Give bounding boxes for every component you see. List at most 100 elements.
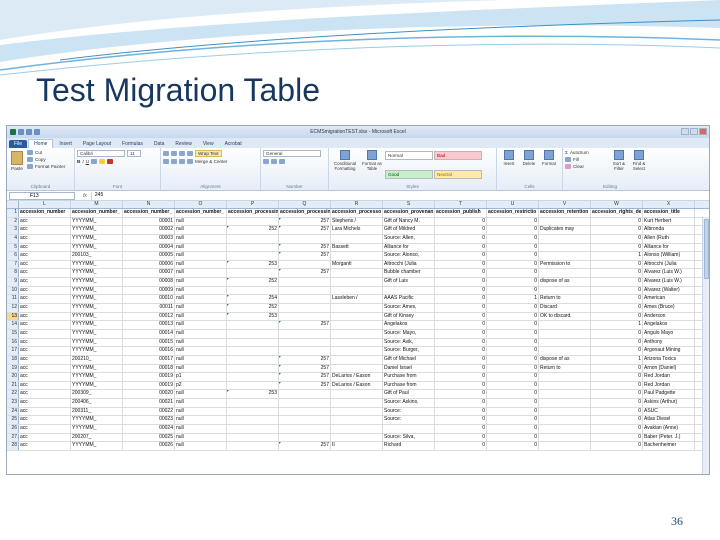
cell[interactable]: YYYYMM_ [71, 226, 123, 234]
cell[interactable]: p2 [175, 381, 227, 390]
borders-icon[interactable] [90, 159, 97, 164]
cell[interactable] [279, 347, 331, 355]
cell[interactable]: 0 [487, 243, 539, 252]
cell[interactable]: 0 [435, 416, 487, 425]
cell[interactable]: 0 [435, 312, 487, 321]
cell[interactable]: null [175, 338, 227, 347]
cell[interactable]: acc [19, 243, 71, 252]
cell[interactable]: YYYYMM_ [71, 347, 123, 355]
cell[interactable]: null [175, 304, 227, 312]
cell[interactable] [539, 338, 591, 347]
cell[interactable] [279, 433, 331, 442]
cell[interactable]: Anthony [643, 338, 695, 347]
cell[interactable]: 0 [591, 338, 643, 347]
cell[interactable]: 00001 [123, 217, 175, 226]
cell[interactable]: 252 [227, 278, 279, 286]
cell[interactable]: accession_processin [227, 209, 279, 217]
cell[interactable]: acc [19, 321, 71, 329]
cell[interactable]: 0 [487, 364, 539, 373]
cell[interactable]: Discard [539, 304, 591, 312]
cell[interactable]: Baber (Peter. J.) [643, 433, 695, 442]
cell[interactable]: acc [19, 407, 71, 416]
cell[interactable]: Paul Padgette [643, 390, 695, 399]
cell[interactable]: 257 [279, 321, 331, 329]
row-header[interactable]: 17 [7, 347, 19, 355]
cell[interactable] [227, 234, 279, 243]
row-header[interactable]: 4 [7, 234, 19, 243]
cell[interactable]: 0 [435, 260, 487, 269]
cell[interactable]: Gift of Paul [383, 390, 435, 399]
cell[interactable]: DeLarios / Eason [331, 373, 383, 381]
align-top-icon[interactable] [163, 151, 169, 156]
cell[interactable] [539, 286, 591, 295]
cell[interactable]: Angulo Mayo [643, 329, 695, 338]
cell[interactable]: 0 [591, 390, 643, 399]
cell[interactable]: Bassett [331, 243, 383, 252]
cell[interactable]: 200210_ [71, 355, 123, 364]
cell[interactable]: accession_number [19, 209, 71, 217]
cell[interactable]: 257 [279, 252, 331, 260]
cell[interactable]: null [175, 278, 227, 286]
cell[interactable] [279, 416, 331, 425]
align-middle-icon[interactable] [171, 151, 177, 156]
cell[interactable] [279, 425, 331, 433]
scrollbar-thumb[interactable] [704, 219, 709, 279]
cell[interactable]: null [175, 364, 227, 373]
cell[interactable]: 200311_ [71, 407, 123, 416]
cell[interactable]: 0 [591, 286, 643, 295]
row-header[interactable]: 8 [7, 269, 19, 278]
cell[interactable]: 0 [591, 416, 643, 425]
cell[interactable]: dispose of as [539, 278, 591, 286]
cell[interactable]: Duplicates may [539, 226, 591, 234]
cell[interactable]: acc [19, 234, 71, 243]
cell[interactable]: 257 [279, 364, 331, 373]
cell[interactable]: 0 [487, 381, 539, 390]
currency-icon[interactable] [263, 159, 269, 164]
cell[interactable]: Alvarez (Luis W.) [643, 269, 695, 278]
cell[interactable]: accession_restrictio [487, 209, 539, 217]
cell[interactable]: Source: Burger, [383, 347, 435, 355]
cell[interactable]: Gift of Michael [383, 355, 435, 364]
cell[interactable]: null [175, 399, 227, 407]
cell[interactable]: 257 [279, 442, 331, 450]
cell[interactable]: acc [19, 338, 71, 347]
cell[interactable]: YYYYMM_ [71, 329, 123, 338]
row-header[interactable]: 21 [7, 381, 19, 390]
cell[interactable]: null [175, 226, 227, 234]
cell[interactable]: Permission to [539, 260, 591, 269]
cell[interactable]: acc [19, 226, 71, 234]
cell[interactable] [227, 252, 279, 260]
cell[interactable] [539, 243, 591, 252]
column-header-u[interactable]: U [487, 201, 539, 208]
cell[interactable]: Source: Alonso, [383, 252, 435, 260]
cell[interactable] [539, 416, 591, 425]
cell[interactable]: 0 [487, 312, 539, 321]
cell[interactable]: 0 [487, 269, 539, 278]
conditional-formatting-button[interactable]: Conditional Formatting [331, 150, 359, 188]
find-select-button[interactable]: Find & Select [629, 150, 649, 188]
cell[interactable] [539, 407, 591, 416]
cell[interactable]: 0 [487, 407, 539, 416]
cell[interactable]: 252 [227, 304, 279, 312]
cell[interactable]: 0 [487, 355, 539, 364]
column-header-q[interactable]: Q [279, 201, 331, 208]
style-normal[interactable]: Normal [385, 151, 433, 160]
cell[interactable]: 0 [591, 278, 643, 286]
cell[interactable]: YYYYMM_ [71, 286, 123, 295]
cell[interactable]: American [643, 295, 695, 304]
cell[interactable]: 00018 [123, 364, 175, 373]
vertical-scrollbar[interactable] [702, 217, 709, 474]
cell[interactable]: null [175, 347, 227, 355]
column-header-n[interactable]: N [123, 201, 175, 208]
cell[interactable]: acc [19, 373, 71, 381]
cell[interactable]: 0 [591, 399, 643, 407]
cell[interactable]: 0 [591, 226, 643, 234]
cell[interactable]: Return to [539, 295, 591, 304]
cell[interactable]: 0 [435, 321, 487, 329]
orientation-icon[interactable] [187, 151, 193, 156]
clear-button[interactable]: Clear [565, 164, 609, 169]
cell[interactable] [539, 399, 591, 407]
cell[interactable]: YYYYMM_ [71, 381, 123, 390]
row-header[interactable]: 24 [7, 407, 19, 416]
formula-input[interactable]: 245 [90, 191, 709, 200]
